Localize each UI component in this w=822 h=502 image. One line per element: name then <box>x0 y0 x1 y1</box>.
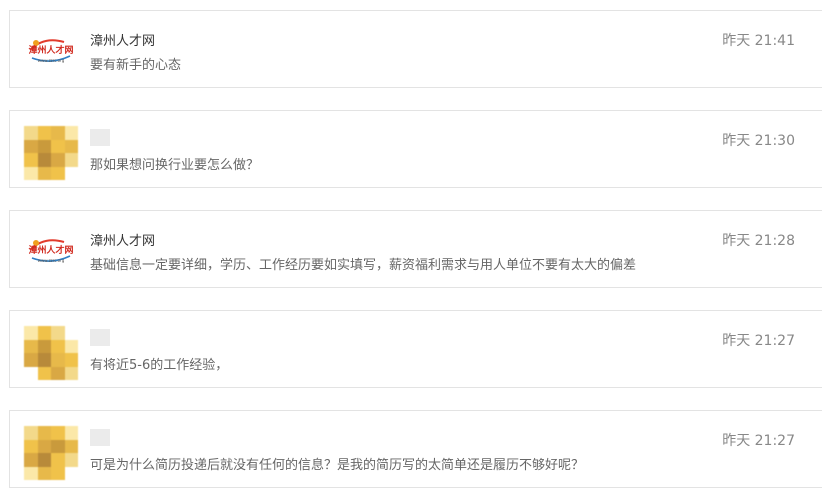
zhangzhou-rencai-logo-avatar: 漳州人才网 www.zzrc.org <box>24 26 78 80</box>
sender-name: 漳州人才网 <box>90 34 156 49</box>
pixelated-user-avatar <box>24 326 78 380</box>
message-time: 昨天 21:28 <box>722 233 795 249</box>
message-text: 基础信息一定要详细，学历、工作经历要如实填写，薪资福利需求与用人单位不要有太大的… <box>90 258 637 273</box>
message-text: 可是为什么简历投递后就没有任何的信息？是我的简历写的太简单还是履历不够好呢？ <box>90 458 585 473</box>
logo-icon: 漳州人才网 www.zzrc.org <box>28 39 74 63</box>
message-card[interactable]: 漳州人才网 www.zzrc.org 漳州人才网 基础信息一定要详细，学历、工作… <box>9 210 822 288</box>
logo-text: 漳州人才网 <box>28 244 73 256</box>
message-card[interactable]: 可是为什么简历投递后就没有任何的信息？是我的简历写的太简单还是履历不够好呢？ 昨… <box>9 410 822 488</box>
message-card[interactable]: 有将近5-6的工作经验， 昨天 21:27 <box>9 310 822 388</box>
pixelated-avatar-icon <box>24 426 78 480</box>
message-time: 昨天 21:30 <box>722 133 795 149</box>
pixelated-user-avatar <box>24 426 78 480</box>
message-time: 昨天 21:27 <box>722 433 795 449</box>
message-text: 那如果想问换行业要怎么做？ <box>90 158 260 173</box>
sender-name-redacted <box>90 429 110 446</box>
logo-text: 漳州人才网 <box>28 44 73 56</box>
sender-name-redacted <box>90 329 110 346</box>
message-card[interactable]: 那如果想问换行业要怎么做？ 昨天 21:30 <box>9 110 822 188</box>
logo-icon: 漳州人才网 www.zzrc.org <box>28 239 74 263</box>
message-text: 要有新手的心态 <box>90 58 182 73</box>
sender-name-redacted <box>90 129 110 146</box>
sender-name: 漳州人才网 <box>90 234 156 249</box>
message-card[interactable]: 漳州人才网 www.zzrc.org 漳州人才网 要有新手的心态 昨天 21:4… <box>9 10 822 88</box>
logo-subtext: www.zzrc.org <box>38 258 65 263</box>
message-time: 昨天 21:27 <box>722 333 795 349</box>
message-text: 有将近5-6的工作经验， <box>90 358 229 373</box>
pixelated-avatar-icon <box>24 126 78 180</box>
logo-subtext: www.zzrc.org <box>38 58 65 63</box>
pixelated-avatar-icon <box>24 326 78 380</box>
message-time: 昨天 21:41 <box>722 33 795 49</box>
zhangzhou-rencai-logo-avatar: 漳州人才网 www.zzrc.org <box>24 226 78 280</box>
message-list: 漳州人才网 www.zzrc.org 漳州人才网 要有新手的心态 昨天 21:4… <box>0 0 822 502</box>
pixelated-user-avatar <box>24 126 78 180</box>
